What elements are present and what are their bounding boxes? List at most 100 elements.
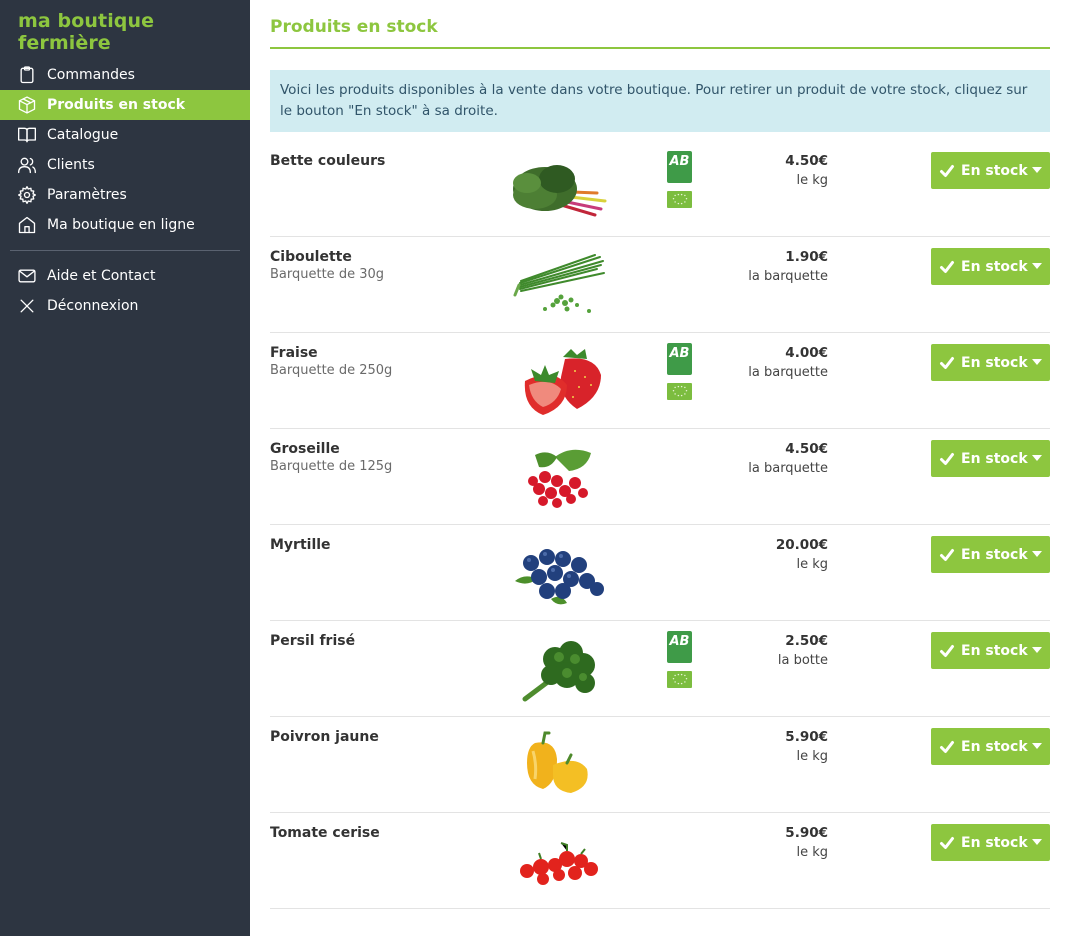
eu-organic-leaf-icon <box>667 383 692 400</box>
in-stock-button[interactable]: En stock <box>931 728 1050 765</box>
product-unit: la barquette <box>748 461 828 476</box>
sidebar: ma boutique fermière Commandes Produits … <box>0 0 250 936</box>
chevron-down-icon[interactable] <box>1030 547 1044 561</box>
sidebar-item-label: Déconnexion <box>47 298 139 314</box>
in-stock-label: En stock <box>961 450 1028 467</box>
info-alert: Voici les produits disponibles à la vent… <box>270 70 1050 132</box>
product-unit: la barquette <box>748 269 828 284</box>
sidebar-item-label: Produits en stock <box>47 97 186 113</box>
page-title: Produits en stock <box>270 17 438 37</box>
product-row: Persil frisé AB 2.50€ la botte En stock <box>270 621 1050 717</box>
in-stock-button[interactable]: En stock <box>931 440 1050 477</box>
sidebar-nav: Commandes Produits en stock Catalogue Cl… <box>0 60 250 321</box>
users-icon <box>16 154 38 176</box>
chevron-down-icon[interactable] <box>1030 643 1044 657</box>
sidebar-item-label: Commandes <box>47 67 135 83</box>
in-stock-button[interactable]: En stock <box>931 344 1050 381</box>
chevron-down-icon[interactable] <box>1030 259 1044 273</box>
box-icon <box>16 94 38 116</box>
product-name: Tomate cerise <box>270 825 380 841</box>
sidebar-item-ma-boutique-en-ligne[interactable]: Ma boutique en ligne <box>0 210 250 240</box>
sidebar-item-label: Clients <box>47 157 95 173</box>
in-stock-label: En stock <box>961 354 1028 371</box>
title-divider <box>270 47 1050 49</box>
check-icon <box>939 643 957 659</box>
product-price: 20.00€ <box>775 537 828 553</box>
product-row: Fraise Barquette de 250g AB 4.00€ la barque… <box>270 333 1050 429</box>
in-stock-label: En stock <box>961 834 1028 851</box>
product-price: 5.90€ <box>785 825 828 841</box>
ab-organic-logo: AB <box>667 151 692 183</box>
organic-labels: AB <box>667 631 692 688</box>
cherry-tomato-image <box>505 821 615 899</box>
check-icon <box>939 355 957 371</box>
blueberry-image <box>505 533 615 611</box>
sidebar-item-label: Paramètres <box>47 187 127 203</box>
sidebar-item-aide-et-contact[interactable]: Aide et Contact <box>0 261 250 291</box>
check-icon <box>939 451 957 467</box>
sidebar-item-label: Catalogue <box>47 127 119 143</box>
ab-organic-logo: AB <box>667 343 692 375</box>
product-price: 2.50€ <box>785 633 828 649</box>
brand-logo[interactable]: ma boutique fermière <box>18 10 250 54</box>
redcurrant-image <box>505 437 615 515</box>
check-icon <box>939 163 957 179</box>
product-list: Bette couleurs AB 4.50€ le kg En stock Cibou… <box>270 141 1050 909</box>
sidebar-item-clients[interactable]: Clients <box>0 150 250 180</box>
book-icon <box>16 124 38 146</box>
product-unit: le kg <box>796 557 828 572</box>
product-unit: la barquette <box>748 365 828 380</box>
gear-icon <box>16 184 38 206</box>
chevron-down-icon[interactable] <box>1030 739 1044 753</box>
product-unit: le kg <box>796 749 828 764</box>
chevron-down-icon[interactable] <box>1030 835 1044 849</box>
chevron-down-icon[interactable] <box>1030 355 1044 369</box>
in-stock-button[interactable]: En stock <box>931 632 1050 669</box>
ab-organic-logo: AB <box>667 631 692 663</box>
organic-labels: AB <box>667 343 692 400</box>
in-stock-button[interactable]: En stock <box>931 824 1050 861</box>
in-stock-button[interactable]: En stock <box>931 248 1050 285</box>
check-icon <box>939 547 957 563</box>
product-name: Poivron jaune <box>270 729 379 745</box>
product-name: Groseille <box>270 441 340 457</box>
sidebar-item-label: Ma boutique en ligne <box>47 217 195 233</box>
in-stock-button[interactable]: En stock <box>931 536 1050 573</box>
product-name: Fraise <box>270 345 318 361</box>
yellow-pepper-image <box>505 725 615 803</box>
sidebar-item-catalogue[interactable]: Catalogue <box>0 120 250 150</box>
product-row: Tomate cerise 5.90€ le kg En stock <box>270 813 1050 909</box>
chard-image <box>505 149 615 227</box>
check-icon <box>939 739 957 755</box>
parsley-image <box>505 629 615 707</box>
sidebar-item-commandes[interactable]: Commandes <box>0 60 250 90</box>
product-packaging: Barquette de 125g <box>270 459 393 474</box>
close-icon <box>16 295 38 317</box>
in-stock-button[interactable]: En stock <box>931 152 1050 189</box>
sidebar-item-parametres[interactable]: Paramètres <box>0 180 250 210</box>
chevron-down-icon[interactable] <box>1030 451 1044 465</box>
product-price: 1.90€ <box>785 249 828 265</box>
product-price: 4.50€ <box>785 153 828 169</box>
product-packaging: Barquette de 30g <box>270 267 384 282</box>
product-unit: la botte <box>777 653 828 668</box>
product-name: Persil frisé <box>270 633 356 649</box>
product-row: Poivron jaune 5.90€ le kg En stock <box>270 717 1050 813</box>
clipboard-icon <box>16 64 38 86</box>
in-stock-label: En stock <box>961 258 1028 275</box>
product-name: Ciboulette <box>270 249 352 265</box>
product-name: Bette couleurs <box>270 153 386 169</box>
product-price: 5.90€ <box>785 729 828 745</box>
product-unit: le kg <box>796 173 828 188</box>
strawberry-image <box>505 341 615 419</box>
chevron-down-icon[interactable] <box>1030 163 1044 177</box>
sidebar-item-deconnexion[interactable]: Déconnexion <box>0 291 250 321</box>
product-price: 4.00€ <box>785 345 828 361</box>
sidebar-item-label: Aide et Contact <box>47 268 156 284</box>
chives-image <box>505 245 615 323</box>
home-icon <box>16 214 38 236</box>
in-stock-label: En stock <box>961 162 1028 179</box>
product-packaging: Barquette de 250g <box>270 363 393 378</box>
product-name: Myrtille <box>270 537 331 553</box>
sidebar-item-produits-en-stock[interactable]: Produits en stock <box>0 90 250 120</box>
